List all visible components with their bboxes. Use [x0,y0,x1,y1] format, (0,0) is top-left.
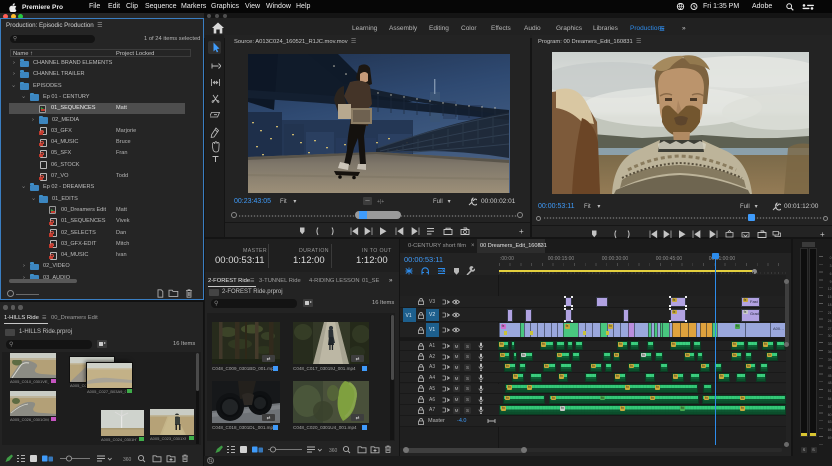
svg-text:360: 360 [123,457,132,463]
svg-text:360: 360 [329,448,338,454]
